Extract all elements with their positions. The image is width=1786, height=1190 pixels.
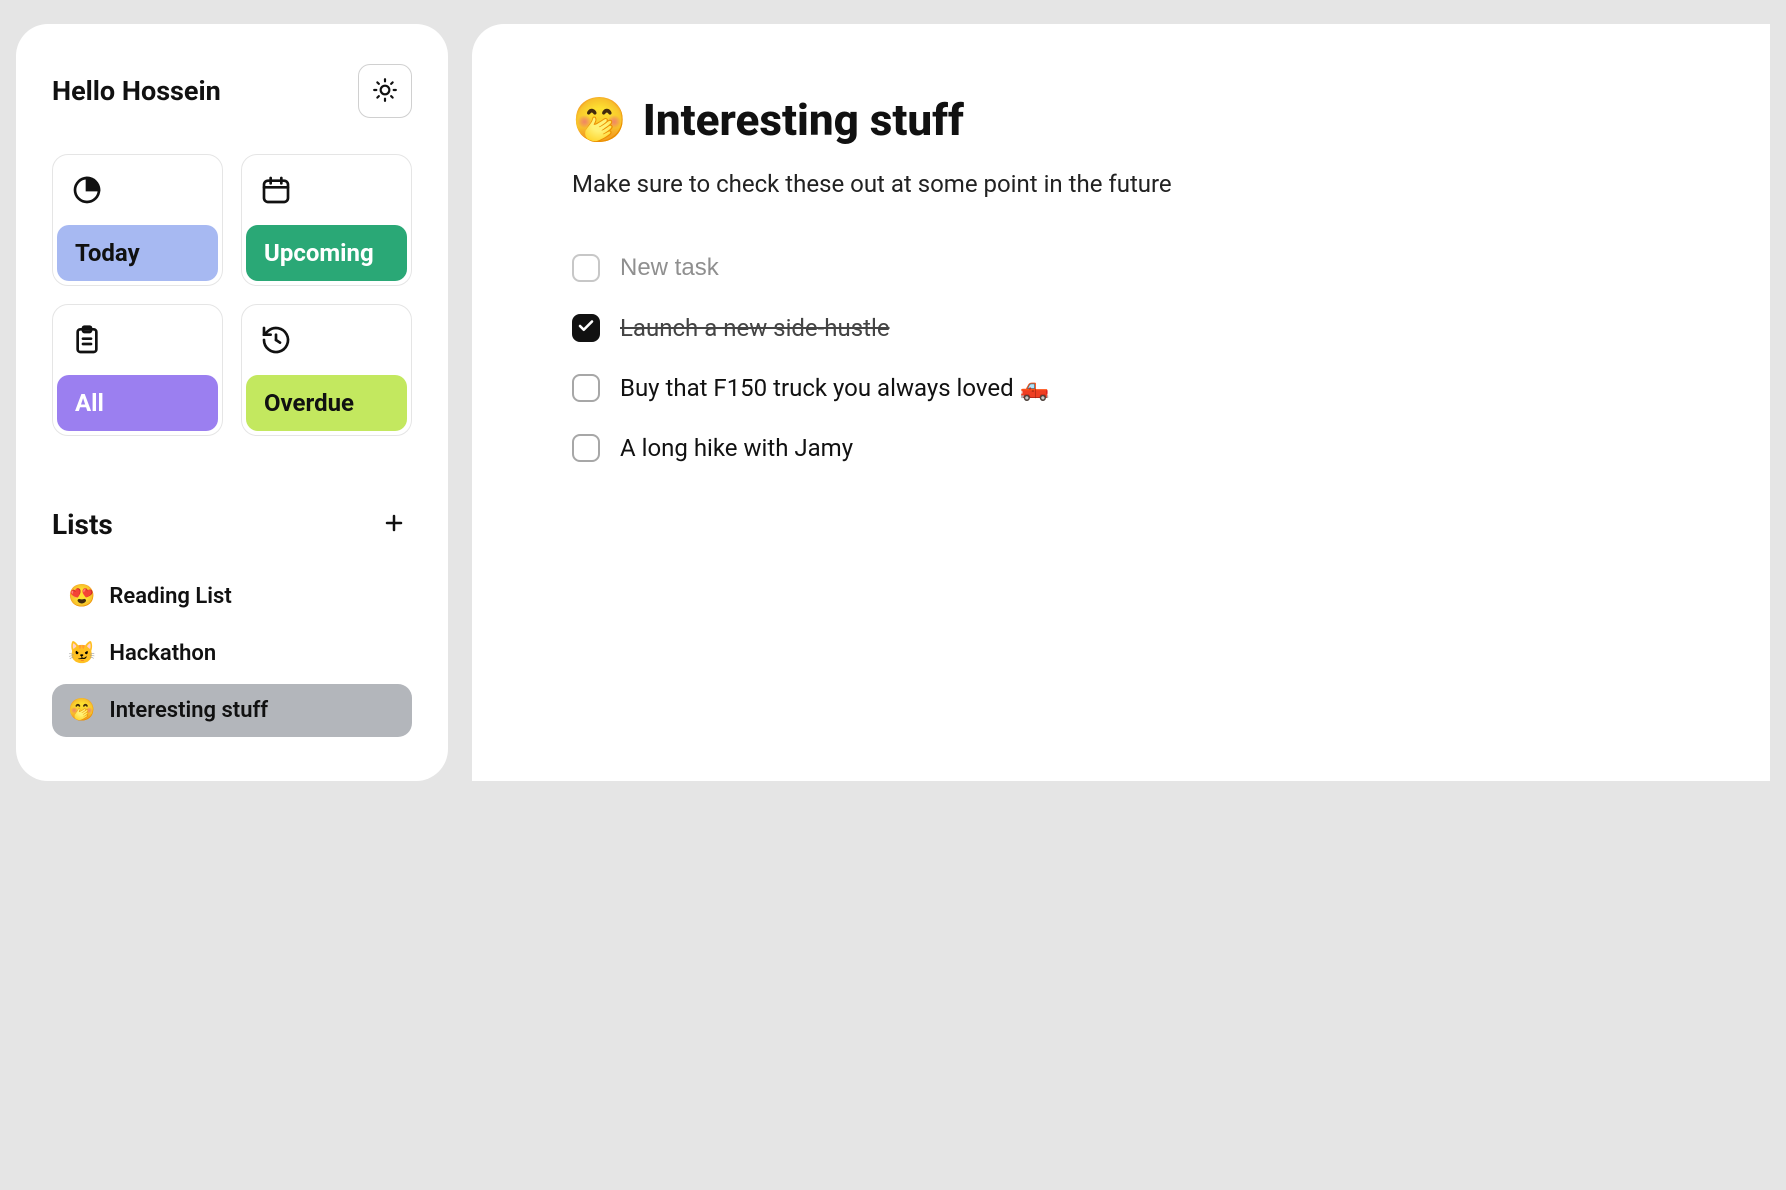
check-icon <box>577 317 595 339</box>
list-emoji: 😍 <box>68 584 95 609</box>
main-content: 🤭 Interesting stuff Make sure to check t… <box>472 24 1770 781</box>
task-text[interactable]: Buy that F150 truck you always loved 🛻 <box>620 374 1049 402</box>
theme-toggle-button[interactable] <box>358 64 412 118</box>
greeting: Hello Hossein <box>52 75 221 107</box>
list-item-interesting-stuff[interactable]: 🤭 Interesting stuff <box>52 684 412 737</box>
task-row: Buy that F150 truck you always loved 🛻 <box>572 374 1670 402</box>
task-checkbox[interactable] <box>572 314 600 342</box>
list-emoji: 🤭 <box>68 698 95 723</box>
lists-container: 😍 Reading List 😼 Hackathon 🤭 Interesting… <box>52 570 412 737</box>
list-label: Interesting stuff <box>109 698 268 723</box>
calendar-icon <box>242 171 411 225</box>
page-title: 🤭 Interesting stuff <box>572 94 1670 146</box>
task-text[interactable]: Launch a new side-hustle <box>620 314 950 342</box>
filter-label: Upcoming <box>246 225 407 281</box>
task-text[interactable]: A long hike with Jamy <box>620 434 853 462</box>
new-task-checkbox[interactable] <box>572 254 600 282</box>
task-row: A long hike with Jamy <box>572 434 1670 462</box>
list-item-hackathon[interactable]: 😼 Hackathon <box>52 627 412 680</box>
clock-icon <box>53 171 222 225</box>
filter-label: Today <box>57 225 218 281</box>
title-emoji: 🤭 <box>572 94 627 146</box>
page-subtitle: Make sure to check these out at some poi… <box>572 170 1670 198</box>
filter-upcoming[interactable]: Upcoming <box>241 154 412 286</box>
list-emoji: 😼 <box>68 641 95 666</box>
list-label: Reading List <box>109 584 231 609</box>
plus-icon <box>382 511 406 538</box>
new-task-input[interactable] <box>620 254 1020 282</box>
filter-overdue[interactable]: Overdue <box>241 304 412 436</box>
filter-all[interactable]: All <box>52 304 223 436</box>
lists-title: Lists <box>52 508 113 541</box>
filter-label: All <box>57 375 218 431</box>
filter-grid: Today Upcoming <box>52 154 412 436</box>
sun-icon <box>372 77 398 106</box>
clipboard-icon <box>53 321 222 375</box>
new-task-row <box>572 254 1670 282</box>
add-list-button[interactable] <box>376 506 412 542</box>
list-item-reading-list[interactable]: 😍 Reading List <box>52 570 412 623</box>
sidebar-header: Hello Hossein <box>52 64 412 118</box>
lists-header: Lists <box>52 506 412 542</box>
task-checkbox[interactable] <box>572 434 600 462</box>
task-row: Launch a new side-hustle <box>572 314 1670 342</box>
title-text: Interesting stuff <box>643 94 964 146</box>
filter-today[interactable]: Today <box>52 154 223 286</box>
history-icon <box>242 321 411 375</box>
list-label: Hackathon <box>109 641 216 666</box>
filter-label: Overdue <box>246 375 407 431</box>
task-checkbox[interactable] <box>572 374 600 402</box>
sidebar: Hello Hossein <box>16 24 448 781</box>
